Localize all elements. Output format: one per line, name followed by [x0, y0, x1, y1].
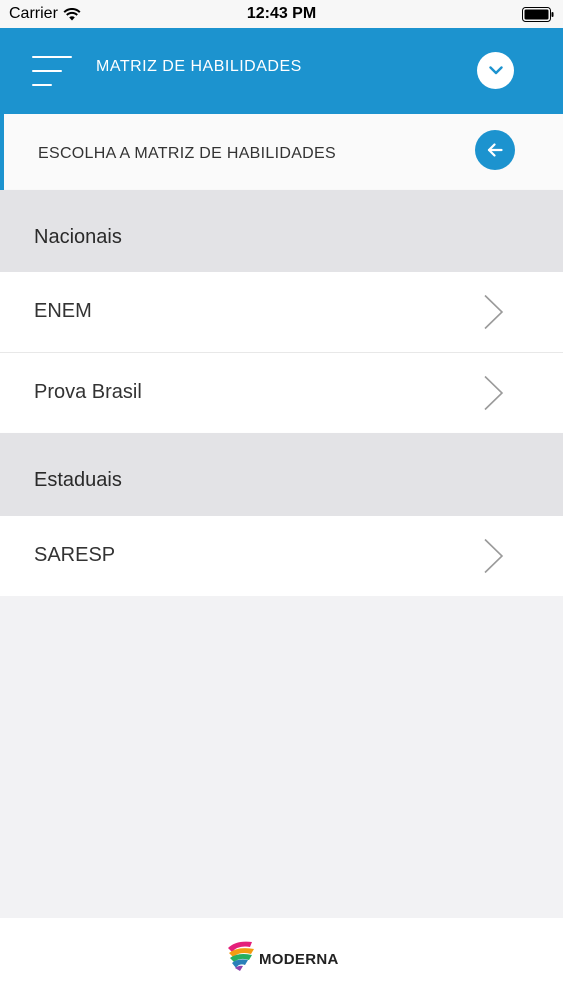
moderna-logo-icon	[228, 941, 254, 971]
section-title: Nacionais	[34, 226, 122, 248]
back-button[interactable]	[475, 130, 515, 170]
dropdown-button[interactable]	[477, 52, 514, 89]
section-title: Estaduais	[34, 469, 122, 491]
page-title: MATRIZ DE HABILIDADES	[96, 58, 302, 75]
list-item-label: ENEM	[34, 300, 92, 322]
hamburger-menu-icon[interactable]	[32, 56, 72, 88]
list-item-label: SARESP	[34, 544, 116, 566]
app-screen: Carrier 12:43 PM MATRIZ DE HABILIDADES E…	[0, 0, 563, 1000]
status-bar: Carrier 12:43 PM	[0, 0, 563, 28]
chevron-right-icon	[484, 375, 504, 411]
arrow-left-icon	[487, 143, 503, 157]
list-item-prova-brasil[interactable]: Prova Brasil	[0, 353, 563, 433]
battery-icon	[522, 7, 554, 22]
subheader-accent-bar	[0, 114, 4, 190]
section-header-nacionais: Nacionais	[0, 190, 563, 272]
subheader-title: ESCOLHA A MATRIZ DE HABILIDADES	[38, 145, 336, 162]
chevron-right-icon	[484, 538, 504, 574]
status-time: 12:43 PM	[246, 5, 317, 22]
list-item-saresp[interactable]: SARESP	[0, 516, 563, 596]
section-header-estaduais: Estaduais	[0, 433, 563, 516]
app-header: MATRIZ DE HABILIDADES	[0, 28, 563, 114]
moderna-logo-text: MODERNA	[259, 950, 339, 968]
chevron-down-icon	[488, 66, 503, 75]
list-item-enem[interactable]: ENEM	[0, 272, 563, 352]
subheader: ESCOLHA A MATRIZ DE HABILIDADES	[0, 114, 563, 190]
list-item-label: Prova Brasil	[34, 381, 142, 403]
footer: MODERNA	[0, 918, 563, 1000]
chevron-right-icon	[484, 294, 504, 330]
moderna-logo: MODERNA	[226, 938, 339, 972]
